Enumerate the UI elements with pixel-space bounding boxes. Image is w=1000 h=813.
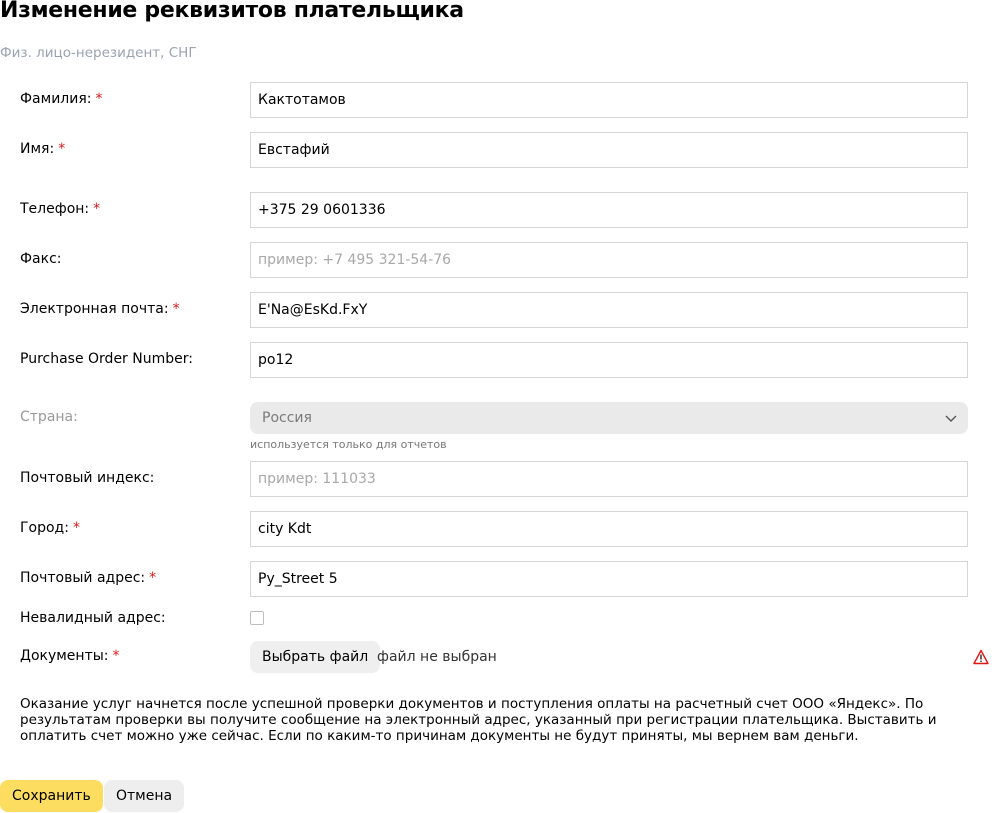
required-asterisk: * (93, 201, 101, 217)
address-row: Почтовый адрес: * (20, 561, 968, 597)
email-input[interactable] (250, 292, 968, 328)
po-number-input[interactable] (250, 342, 968, 378)
save-button[interactable]: Сохранить (0, 780, 103, 812)
address-input[interactable] (250, 561, 968, 597)
country-label: Страна: (20, 409, 78, 425)
required-asterisk: * (149, 570, 157, 586)
required-asterisk: * (72, 520, 80, 536)
po-number-row: Purchase Order Number: (20, 342, 968, 378)
invalid-address-label: Невалидный адрес: (20, 610, 166, 626)
country-hint: используется только для отчетов (250, 438, 447, 451)
country-select[interactable]: Россия (250, 402, 968, 434)
file-status: файл не выбран (377, 649, 497, 665)
name-input[interactable] (250, 132, 968, 168)
surname-input[interactable] (250, 82, 968, 118)
phone-row: Телефон: * (20, 192, 968, 228)
invalid-address-row: Невалидный адрес: (20, 601, 968, 637)
page-title: Изменение реквизитов плательщика (0, 0, 464, 23)
phone-label: Телефон: * (20, 201, 101, 217)
country-select-value: Россия (262, 410, 312, 426)
invalid-address-checkbox[interactable] (250, 611, 264, 625)
postcode-row: Почтовый индекс: (20, 461, 968, 497)
fax-label: Факс: (20, 251, 62, 267)
email-label: Электронная почта: * (20, 301, 180, 317)
warning-triangle-icon (973, 649, 989, 665)
fax-row: Факс: (20, 242, 968, 278)
page-subtitle: Физ. лицо-нерезидент, СНГ (0, 45, 197, 61)
country-row: Страна: Россия используется только для о… (20, 402, 968, 451)
info-text: Оказание услуг начнется после успешной п… (20, 696, 937, 744)
email-row: Электронная почта: * (20, 292, 968, 328)
choose-file-button[interactable]: Выбрать файл (250, 641, 381, 673)
name-row: Имя: * (20, 132, 968, 168)
fax-input[interactable] (250, 242, 968, 278)
documents-row: Документы: * Выбрать файл файл не выбран (20, 641, 989, 677)
phone-input[interactable] (250, 192, 968, 228)
surname-row: Фамилия: * (20, 82, 968, 118)
chevron-down-icon (945, 415, 957, 422)
address-label: Почтовый адрес: * (20, 570, 157, 586)
required-asterisk: * (112, 648, 120, 664)
name-label: Имя: * (20, 141, 66, 157)
required-asterisk: * (95, 91, 103, 107)
po-number-label: Purchase Order Number: (20, 351, 193, 367)
required-asterisk: * (58, 141, 66, 157)
cancel-button[interactable]: Отмена (104, 780, 185, 812)
city-label: Город: * (20, 520, 80, 536)
surname-label: Фамилия: * (20, 91, 103, 107)
city-input[interactable] (250, 511, 968, 547)
postcode-input[interactable] (250, 461, 968, 497)
city-row: Город: * (20, 511, 968, 547)
documents-label: Документы: * (20, 648, 120, 664)
required-asterisk: * (172, 301, 180, 317)
postcode-label: Почтовый индекс: (20, 470, 155, 486)
